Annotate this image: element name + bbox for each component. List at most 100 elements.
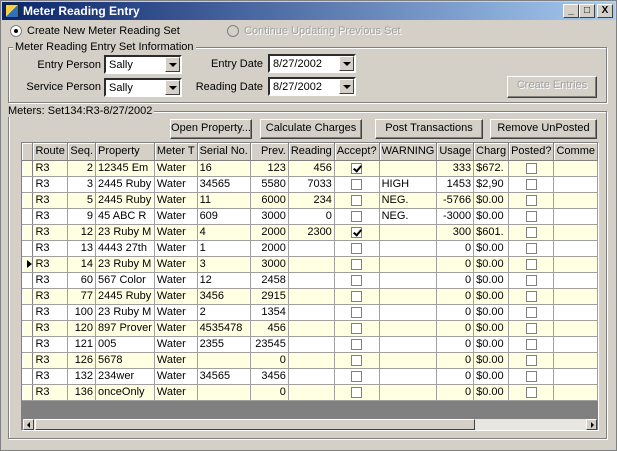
reading-cell[interactable] (288, 272, 335, 289)
close-button[interactable]: X (597, 4, 613, 18)
table-row[interactable]: R3 132 234wer Water 34565 3456 0 $0.00 (22, 368, 598, 385)
entry-person-combo[interactable]: Sally (104, 55, 182, 74)
property-cell[interactable]: onceOnly (95, 384, 155, 401)
route-cell[interactable]: R3 (32, 160, 68, 177)
row-header[interactable] (22, 192, 34, 209)
warning-cell[interactable]: NEG. (379, 192, 438, 209)
charge-cell[interactable]: $0.00 (473, 240, 510, 257)
comment-cell[interactable] (553, 176, 598, 193)
warning-cell[interactable] (379, 384, 438, 401)
row-header[interactable] (22, 256, 34, 273)
reading-cell[interactable]: 234 (288, 192, 335, 209)
usage-cell[interactable]: -5766 (436, 192, 475, 209)
warning-cell[interactable] (379, 256, 438, 273)
reading-cell[interactable]: 2300 (288, 224, 335, 241)
reading-cell[interactable] (288, 368, 335, 385)
table-row[interactable]: R3 120 897 Prover Water 4535478 456 0 $0.00 (22, 320, 598, 337)
meters-data-grid[interactable]: Route Seq. Property Meter T Serial No. Prev. R… (21, 142, 599, 431)
seq-cell[interactable]: 136 (67, 384, 97, 401)
title-bar[interactable]: Meter Reading Entry _ □ X (2, 2, 615, 20)
accept-cell[interactable] (334, 240, 380, 257)
warning-cell[interactable] (379, 288, 438, 305)
table-row[interactable]: R3 12 23 Ruby M Water 4 2000 2300 300 $601. (22, 224, 598, 241)
property-cell[interactable]: 567 Color (95, 272, 155, 289)
seq-cell[interactable]: 100 (67, 304, 97, 321)
reading-cell[interactable] (288, 256, 335, 273)
charge-cell[interactable]: $0.00 (473, 336, 510, 353)
post-transactions-button[interactable]: Post Transactions (375, 119, 483, 139)
serial-cell[interactable]: 34565 (197, 176, 251, 193)
posted-checkbox[interactable] (525, 306, 537, 318)
posted-checkbox[interactable] (525, 258, 537, 270)
chevron-down-icon[interactable] (339, 79, 354, 94)
table-row[interactable]: R3 121 005 Water 2355 23545 0 $0.00 (22, 336, 598, 353)
row-header[interactable] (22, 288, 34, 305)
comment-cell[interactable] (553, 336, 598, 353)
column-header[interactable]: Meter T (154, 143, 198, 161)
comment-cell[interactable] (553, 160, 598, 177)
seq-cell[interactable]: 14 (67, 256, 97, 273)
reading-cell[interactable] (288, 304, 335, 321)
usage-cell[interactable]: 333 (436, 160, 475, 177)
serial-cell[interactable]: 609 (197, 208, 251, 225)
serial-cell[interactable]: 3456 (197, 288, 251, 305)
column-header[interactable]: Usage (436, 143, 475, 161)
serial-cell[interactable] (197, 352, 251, 369)
accept-cell[interactable] (334, 176, 380, 193)
posted-checkbox[interactable] (525, 210, 537, 222)
comment-cell[interactable] (553, 352, 598, 369)
accept-checkbox[interactable] (351, 226, 363, 238)
accept-checkbox[interactable] (351, 386, 363, 398)
charge-cell[interactable]: $0.00 (473, 368, 510, 385)
charge-cell[interactable]: $0.00 (473, 320, 510, 337)
serial-cell[interactable]: 3 (197, 256, 251, 273)
posted-checkbox[interactable] (525, 386, 537, 398)
property-cell[interactable]: 12345 Em (95, 160, 155, 177)
usage-cell[interactable]: 0 (436, 272, 475, 289)
accept-checkbox[interactable] (351, 338, 363, 350)
posted-cell[interactable] (508, 320, 555, 337)
meter-cell[interactable]: Water (154, 288, 198, 305)
row-header[interactable] (22, 240, 34, 257)
usage-cell[interactable]: 0 (436, 368, 475, 385)
serial-cell[interactable]: 16 (197, 160, 251, 177)
warning-cell[interactable] (379, 368, 438, 385)
charge-cell[interactable]: $0.00 (473, 288, 510, 305)
posted-cell[interactable] (508, 176, 555, 193)
column-header[interactable]: Posted? (508, 143, 555, 161)
row-header[interactable] (22, 352, 34, 369)
charge-cell[interactable]: $0.00 (473, 304, 510, 321)
property-cell[interactable]: 23 Ruby M (95, 304, 155, 321)
posted-checkbox[interactable] (525, 162, 537, 174)
charge-cell[interactable]: $0.00 (473, 272, 510, 289)
accept-cell[interactable] (334, 336, 380, 353)
charge-cell[interactable]: $0.00 (473, 192, 510, 209)
warning-cell[interactable]: HIGH (379, 176, 438, 193)
posted-checkbox[interactable] (525, 338, 537, 350)
posted-cell[interactable] (508, 208, 555, 225)
meter-cell[interactable]: Water (154, 272, 198, 289)
accept-cell[interactable] (334, 288, 380, 305)
posted-checkbox[interactable] (525, 194, 537, 206)
meter-cell[interactable]: Water (154, 240, 198, 257)
property-cell[interactable]: 23 Ruby M (95, 224, 155, 241)
serial-cell[interactable]: 4 (197, 224, 251, 241)
meter-cell[interactable]: Water (154, 192, 198, 209)
accept-cell[interactable] (334, 352, 380, 369)
open-property-button[interactable]: Open Property... (170, 119, 252, 139)
prev-cell[interactable]: 2915 (250, 288, 289, 305)
row-header[interactable] (22, 272, 34, 289)
posted-cell[interactable] (508, 224, 555, 241)
prev-cell[interactable]: 3000 (250, 256, 289, 273)
maximize-button[interactable]: □ (579, 4, 595, 18)
table-row[interactable]: R3 3 2445 Ruby Water 34565 5580 7033 HIGH 1453 $2… (22, 176, 598, 193)
accept-checkbox[interactable] (351, 274, 363, 286)
route-cell[interactable]: R3 (32, 336, 68, 353)
scroll-right-icon[interactable] (586, 419, 597, 430)
row-header[interactable] (22, 336, 34, 353)
warning-cell[interactable] (379, 352, 438, 369)
reading-cell[interactable] (288, 352, 335, 369)
property-cell[interactable]: 2445 Ruby (95, 176, 155, 193)
scrollbar-thumb[interactable] (35, 419, 475, 430)
posted-checkbox[interactable] (525, 226, 537, 238)
